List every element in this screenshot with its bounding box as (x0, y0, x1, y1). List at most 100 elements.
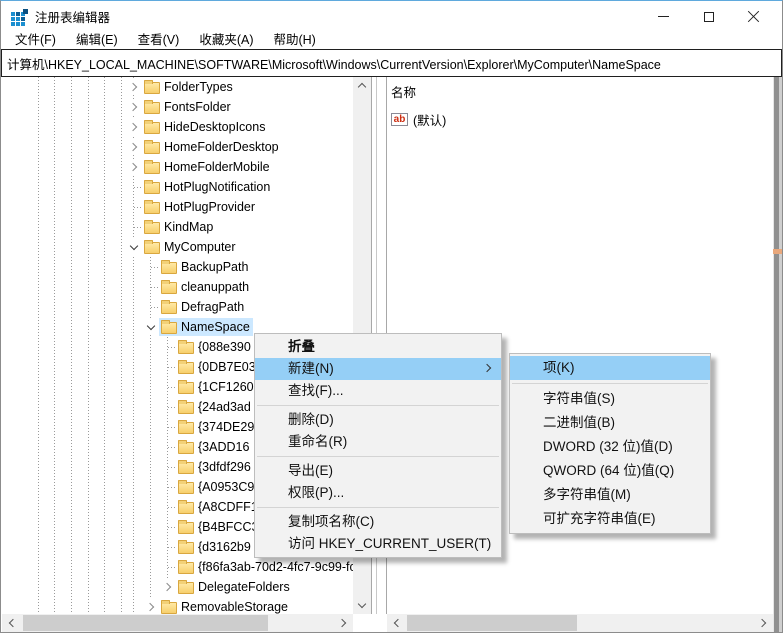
submenu-item[interactable]: DWORD (32 位)值(D) (510, 435, 710, 459)
tree-item-MyComputer[interactable]: MyComputer (2, 237, 353, 257)
scroll-down-icon[interactable] (353, 597, 370, 614)
tree-item-DefragPath[interactable]: DefragPath (2, 297, 353, 317)
tree-item-content[interactable]: {0DB7E03 (176, 358, 259, 376)
value-row[interactable]: ab(默认) (391, 110, 769, 128)
context-menu-item[interactable]: 折叠 (255, 336, 501, 358)
context-menu-item[interactable]: 重命名(R) (255, 431, 501, 453)
chevron-right-icon[interactable] (126, 99, 142, 115)
tree-item-content[interactable]: FolderTypes (142, 78, 236, 96)
folder-icon (161, 262, 177, 274)
tree-item-content[interactable]: {24ad3ad (176, 398, 254, 416)
maximize-button[interactable] (686, 1, 731, 32)
context-menu-item[interactable]: 新建(N) (255, 358, 501, 380)
chevron-down-icon[interactable] (143, 319, 159, 335)
context-menu-item[interactable]: 访问 HKEY_CURRENT_USER(T) (255, 533, 501, 555)
tree-item-HideDesktopIcons[interactable]: HideDesktopIcons (2, 117, 353, 137)
chevron-right-icon[interactable] (160, 579, 176, 595)
tree-horizontal-scrollbar[interactable] (2, 614, 353, 632)
menu-bar: 文件(F)编辑(E)查看(V)收藏夹(A)帮助(H) (1, 32, 782, 49)
chevron-right-icon[interactable] (143, 599, 159, 614)
tree-item-content[interactable]: {A0953C9 (176, 478, 257, 496)
value-name: (默认) (413, 110, 446, 129)
folder-icon (161, 302, 177, 314)
chevron-right-icon[interactable] (126, 159, 142, 175)
tree-item-{f86fa3ab-70d2-4fc7-9c99-fc[interactable]: {f86fa3ab-70d2-4fc7-9c99-fc (2, 557, 353, 577)
tree-item-label: {B4BFCC3 (198, 520, 258, 534)
tree-item-content[interactable]: HotPlugProvider (142, 198, 258, 216)
tree-item-content[interactable]: {f86fa3ab-70d2-4fc7-9c99-fc (176, 558, 353, 576)
tree-item-content[interactable]: {374DE29 (176, 418, 257, 436)
title-bar: 注册表编辑器 (1, 1, 782, 32)
tree-item-content[interactable]: HomeFolderDesktop (142, 138, 282, 156)
tree-item-content[interactable]: KindMap (142, 218, 216, 236)
submenu-item[interactable]: 字符串值(S) (510, 387, 710, 411)
chevron-down-icon[interactable] (126, 239, 142, 255)
tree-item-HotPlugNotification[interactable]: HotPlugNotification (2, 177, 353, 197)
window-right-border (773, 77, 783, 632)
submenu-item[interactable]: 项(K) (510, 356, 710, 380)
tree-item-HotPlugProvider[interactable]: HotPlugProvider (2, 197, 353, 217)
tree-item-content[interactable]: RemovableStorage (159, 598, 291, 614)
folder-icon (178, 542, 194, 554)
tree-item-content[interactable]: BackupPath (159, 258, 251, 276)
menubar-item[interactable]: 查看(V) (128, 32, 190, 49)
close-button[interactable] (731, 1, 776, 32)
tree-item-FontsFolder[interactable]: FontsFolder (2, 97, 353, 117)
tree-item-content[interactable]: DelegateFolders (176, 578, 293, 596)
tree-item-cleanuppath[interactable]: cleanuppath (2, 277, 353, 297)
tree-item-content[interactable]: {B4BFCC3 (176, 518, 261, 536)
tree-item-content[interactable]: HomeFolderMobile (142, 158, 273, 176)
scroll-right-icon[interactable] (335, 614, 352, 631)
scroll-left-icon[interactable] (3, 614, 20, 631)
tree-item-label: {3dfdf296 (198, 460, 251, 474)
tree-item-content[interactable]: {A8CDFF1 (176, 498, 261, 516)
tree-item-content[interactable]: DefragPath (159, 298, 247, 316)
tree-item-content[interactable]: HideDesktopIcons (142, 118, 268, 136)
tree-item-BackupPath[interactable]: BackupPath (2, 257, 353, 277)
address-input[interactable] (1, 49, 782, 77)
context-menu-item[interactable]: 权限(P)... (255, 482, 501, 504)
submenu-arrow-icon (483, 364, 491, 372)
tree-item-FolderTypes[interactable]: FolderTypes (2, 77, 353, 97)
tree-item-content[interactable]: FontsFolder (142, 98, 234, 116)
tree-item-content[interactable]: {3dfdf296 (176, 458, 254, 476)
tree-item-content[interactable]: HotPlugNotification (142, 178, 273, 196)
context-menu-item[interactable]: 查找(F)... (255, 380, 501, 402)
context-menu-item[interactable]: 删除(D) (255, 409, 501, 431)
submenu-item[interactable]: 可扩充字符串值(E) (510, 507, 710, 531)
scrollbar-thumb[interactable] (23, 615, 268, 631)
tree-item-content[interactable]: MyComputer (142, 238, 239, 256)
scroll-up-icon[interactable] (353, 77, 370, 94)
folder-icon (144, 142, 160, 154)
submenu-item[interactable]: QWORD (64 位)值(Q) (510, 459, 710, 483)
tree-item-HomeFolderMobile[interactable]: HomeFolderMobile (2, 157, 353, 177)
scroll-left-icon[interactable] (388, 614, 405, 631)
tree-item-content[interactable]: {d3162b9 (176, 538, 254, 556)
chevron-right-icon[interactable] (126, 119, 142, 135)
tree-item-DelegateFolders[interactable]: DelegateFolders (2, 577, 353, 597)
tree-item-content[interactable]: NameSpace (159, 318, 253, 336)
submenu-item[interactable]: 多字符串值(M) (510, 483, 710, 507)
submenu-item[interactable]: 二进制值(B) (510, 411, 710, 435)
tree-connector (143, 279, 159, 295)
menubar-item[interactable]: 收藏夹(A) (189, 32, 263, 49)
tree-item-KindMap[interactable]: KindMap (2, 217, 353, 237)
tree-item-RemovableStorage[interactable]: RemovableStorage (2, 597, 353, 614)
tree-item-label: FolderTypes (164, 80, 233, 94)
context-menu-item[interactable]: 复制项名称(C) (255, 511, 501, 533)
menubar-item[interactable]: 帮助(H) (263, 32, 325, 49)
tree-item-content[interactable]: {3ADD16 (176, 438, 252, 456)
scroll-right-icon[interactable] (755, 614, 772, 631)
menubar-item[interactable]: 编辑(E) (66, 32, 128, 49)
chevron-right-icon[interactable] (126, 139, 142, 155)
menubar-item[interactable]: 文件(F) (5, 32, 66, 49)
chevron-right-icon[interactable] (126, 79, 142, 95)
values-horizontal-scrollbar[interactable] (387, 614, 773, 632)
minimize-button[interactable] (641, 1, 686, 32)
context-menu-item[interactable]: 导出(E) (255, 460, 501, 482)
scrollbar-thumb[interactable] (407, 615, 577, 631)
tree-item-content[interactable]: {088e390 (176, 338, 254, 356)
tree-item-content[interactable]: {1CF1260 (176, 378, 257, 396)
tree-item-HomeFolderDesktop[interactable]: HomeFolderDesktop (2, 137, 353, 157)
tree-item-content[interactable]: cleanuppath (159, 278, 252, 296)
